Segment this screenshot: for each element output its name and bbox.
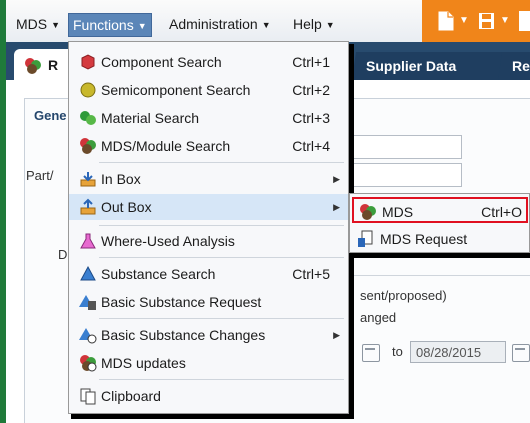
menu-administration-label: Administration <box>169 16 258 32</box>
part-label: Part/ <box>26 168 54 183</box>
functions-menu: Component Search Ctrl+1 Semicomponent Se… <box>68 41 349 414</box>
to-label: to <box>392 344 403 359</box>
menu-separator <box>99 257 344 258</box>
substance-changes-icon <box>79 328 97 344</box>
changed-text: anged <box>360 310 397 325</box>
menu-item-mds-module-search[interactable]: MDS/Module Search Ctrl+4 <box>69 133 348 159</box>
menu-bar: MDS ▼ Functions ▼ Administration ▼ Help ▼ ▼ … <box>6 0 530 43</box>
toolbar-area: ▼ ▼ <box>422 0 530 42</box>
menu-item-shortcut: Ctrl+2 <box>292 82 330 98</box>
menu-item-label: Clipboard <box>101 388 161 404</box>
mds-module-search-icon <box>80 138 96 154</box>
menu-administration[interactable]: Administration ▼ <box>165 13 275 35</box>
clipboard-icon <box>80 388 96 405</box>
menu-item-label: Basic Substance Changes <box>101 327 266 343</box>
out-box-icon <box>80 198 96 215</box>
chevron-down-icon: ▼ <box>325 20 335 30</box>
menu-item-label: Basic Substance Request <box>101 294 262 310</box>
mds-icon <box>360 204 376 220</box>
menu-item-label: In Box <box>101 171 141 187</box>
tab-third[interactable]: Re <box>498 52 530 80</box>
new-document-icon[interactable] <box>438 11 454 31</box>
menu-item-label: Substance Search <box>101 266 216 282</box>
calendar-icon[interactable] <box>362 344 380 362</box>
menu-item-in-box[interactable]: In Box ▶ <box>69 166 348 192</box>
divider <box>348 275 530 276</box>
date-to-field[interactable]: 08/28/2015 <box>410 341 506 363</box>
present-proposed-text: sent/proposed) <box>360 288 447 303</box>
menu-item-label: Semicomponent Search <box>101 82 251 98</box>
menu-item-shortcut: Ctrl+1 <box>292 54 330 70</box>
menu-functions-label: Functions <box>73 17 134 33</box>
menu-item-out-box[interactable]: Out Box ▶ <box>69 194 348 220</box>
chevron-down-icon: ▼ <box>51 20 61 30</box>
menu-separator <box>99 162 344 163</box>
menu-item-shortcut: Ctrl+4 <box>292 138 330 154</box>
menu-help-label: Help <box>293 16 322 32</box>
substance-request-icon <box>79 295 96 310</box>
menu-item-label: MDS updates <box>101 355 186 371</box>
menu-help[interactable]: Help ▼ <box>289 13 339 35</box>
menu-mds-label: MDS <box>16 16 48 32</box>
text-field-1[interactable] <box>348 135 462 159</box>
semicomponent-search-icon <box>80 82 96 98</box>
tab-supplier-data[interactable]: Supplier Data <box>352 52 506 80</box>
tab-third-label: Re <box>512 58 530 74</box>
submenu-arrow-icon: ▶ <box>333 174 340 184</box>
chevron-down-icon: ▼ <box>137 21 147 31</box>
menu-separator <box>99 379 344 380</box>
menu-item-mds-updates[interactable]: MDS updates <box>69 350 348 376</box>
submenu-item-label: MDS <box>382 204 414 220</box>
menu-separator <box>99 225 344 226</box>
mds-tab-icon <box>25 58 41 74</box>
chevron-down-icon[interactable]: ▼ <box>500 12 510 30</box>
menu-item-material-search[interactable]: Material Search Ctrl+3 <box>69 105 348 131</box>
submenu-item-shortcut: Ctrl+O <box>481 204 522 220</box>
menu-item-semicomponent-search[interactable]: Semicomponent Search Ctrl+2 <box>69 77 348 103</box>
calendar-icon[interactable] <box>512 344 530 362</box>
menu-item-clipboard[interactable]: Clipboard <box>69 383 348 409</box>
component-search-icon <box>81 54 95 70</box>
chevron-down-icon[interactable]: ▼ <box>459 12 469 30</box>
menu-item-shortcut: Ctrl+5 <box>292 266 330 282</box>
menu-item-basic-substance-changes[interactable]: Basic Substance Changes ▶ <box>69 322 348 348</box>
menu-mds[interactable]: MDS ▼ <box>12 13 64 35</box>
text-field-2[interactable] <box>348 163 462 187</box>
mds-updates-icon <box>80 355 97 372</box>
submenu-arrow-icon: ▶ <box>333 330 340 340</box>
menu-item-label: MDS/Module Search <box>101 138 231 154</box>
outbox-submenu: MDS Ctrl+O MDS Request <box>349 193 530 253</box>
menu-item-label: Component Search <box>101 54 222 70</box>
tab-active-label: R <box>48 57 59 73</box>
submenu-item-mds[interactable]: MDS Ctrl+O <box>352 197 528 223</box>
mds-request-icon <box>358 230 373 247</box>
submenu-arrow-icon: ▶ <box>333 202 340 212</box>
menu-item-substance-search[interactable]: Substance Search Ctrl+5 <box>69 261 348 287</box>
d-label: D <box>58 247 68 262</box>
more-tools-icon[interactable] <box>519 11 530 31</box>
menu-item-label: Material Search <box>101 110 200 126</box>
flask-icon <box>80 233 96 249</box>
application-window: MDS ▼ Functions ▼ Administration ▼ Help ▼ ▼ … <box>6 0 530 423</box>
menu-item-basic-substance-request[interactable]: Basic Substance Request <box>69 289 348 315</box>
menu-item-where-used-analysis[interactable]: Where-Used Analysis <box>69 228 348 254</box>
submenu-item-label: MDS Request <box>380 231 468 247</box>
material-search-icon <box>80 111 96 125</box>
menu-functions[interactable]: Functions ▼ <box>68 13 152 37</box>
submenu-item-mds-request[interactable]: MDS Request <box>352 226 528 252</box>
in-box-icon <box>80 172 96 187</box>
substance-search-icon <box>80 265 96 281</box>
menu-item-component-search[interactable]: Component Search Ctrl+1 <box>69 49 348 75</box>
tab-supplier-data-label: Supplier Data <box>366 58 457 74</box>
save-icon[interactable] <box>478 12 495 30</box>
section-label: Gene <box>34 108 67 123</box>
menu-item-label: Where-Used Analysis <box>101 233 235 249</box>
menu-separator <box>99 318 344 319</box>
chevron-down-icon: ▼ <box>261 20 271 30</box>
menu-item-label: Out Box <box>101 199 152 215</box>
menu-item-shortcut: Ctrl+3 <box>292 110 330 126</box>
